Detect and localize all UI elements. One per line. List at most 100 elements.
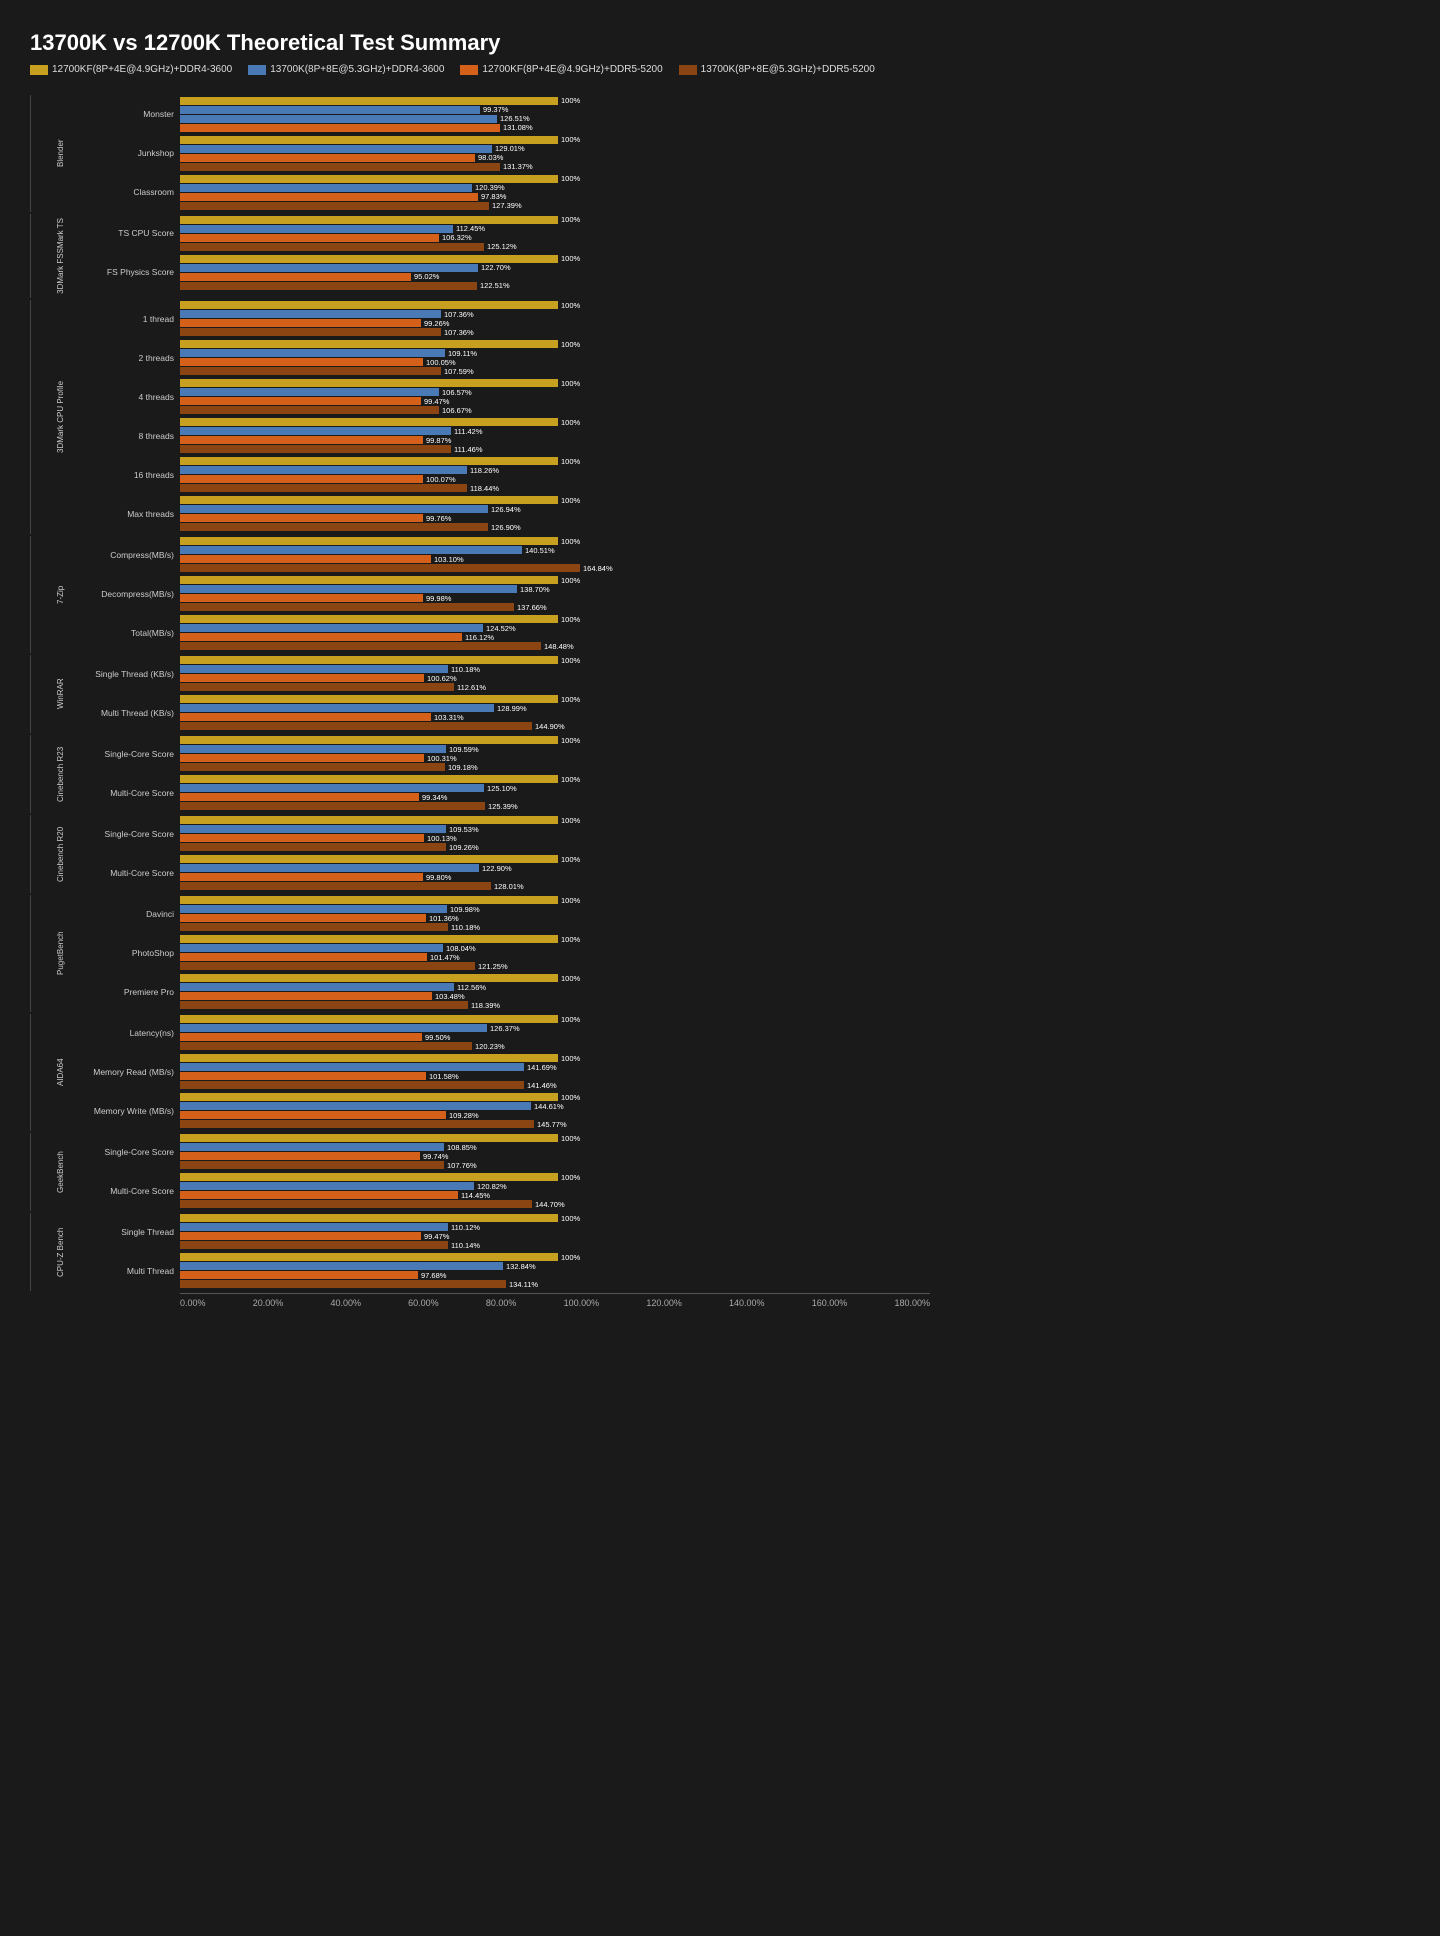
bar-value-label: 112.61% bbox=[457, 683, 486, 692]
section-rows-4: Single Thread (KB/s)100%110.18%100.62%11… bbox=[90, 655, 930, 733]
bar-value-label: 112.56% bbox=[457, 983, 486, 992]
bar-line: 101.36% bbox=[180, 914, 930, 922]
bar-line: 131.37% bbox=[180, 163, 930, 171]
section-label-8: AIDA64 bbox=[30, 1014, 90, 1131]
section-rows-6: Single-Core Score100%109.53%100.13%109.2… bbox=[90, 815, 930, 893]
bar-row: Single-Core Score100%109.53%100.13%109.2… bbox=[90, 815, 930, 853]
bar-value-label: 110.18% bbox=[451, 665, 480, 674]
bar-value-label: 126.37% bbox=[490, 1024, 520, 1033]
bar-line: 100% bbox=[180, 736, 930, 744]
bar-fill bbox=[180, 445, 451, 453]
bar-fill bbox=[180, 793, 419, 801]
bar-value-label: 100% bbox=[561, 736, 580, 745]
bar-fill bbox=[180, 1072, 426, 1080]
section-label-3: 7-Zip bbox=[30, 536, 90, 653]
bar-line: 100% bbox=[180, 896, 930, 904]
bar-fill bbox=[180, 115, 497, 123]
bar-fill bbox=[180, 802, 485, 810]
bar-value-label: 107.59% bbox=[444, 367, 474, 376]
bar-line: 128.01% bbox=[180, 882, 930, 890]
bar-fill bbox=[180, 514, 423, 522]
bar-line: 141.46% bbox=[180, 1081, 930, 1089]
bar-fill bbox=[180, 1182, 474, 1190]
bar-value-label: 141.46% bbox=[527, 1081, 557, 1090]
bar-line: 99.74% bbox=[180, 1152, 930, 1160]
bars-container: 100%106.57%99.47%106.67% bbox=[180, 379, 930, 414]
section-rows-8: Latency(ns)100%126.37%99.50%120.23%Memor… bbox=[90, 1014, 930, 1131]
bars-container: 100%107.36%99.26%107.36% bbox=[180, 301, 930, 336]
bar-fill bbox=[180, 1152, 420, 1160]
section-rows-10: Single Thread100%110.12%99.47%110.14%Mul… bbox=[90, 1213, 930, 1291]
bar-line: 99.87% bbox=[180, 436, 930, 444]
bars-container: 100%126.94%99.76%126.90% bbox=[180, 496, 930, 531]
bar-value-label: 128.01% bbox=[494, 882, 524, 891]
bar-line: 99.47% bbox=[180, 397, 930, 405]
bar-row: Classroom100%120.39%97.83%127.39% bbox=[90, 173, 930, 211]
row-label: Total(MB/s) bbox=[90, 628, 180, 638]
bar-line: 100% bbox=[180, 496, 930, 504]
bar-line: 100% bbox=[180, 855, 930, 863]
bar-fill bbox=[180, 992, 432, 1000]
bar-fill bbox=[180, 537, 558, 545]
bar-line: 126.90% bbox=[180, 523, 930, 531]
bar-value-label: 109.98% bbox=[450, 905, 480, 914]
section-label-1: 3DMark FSSMark TS bbox=[30, 214, 90, 298]
x-axis-label: 160.00% bbox=[812, 1298, 848, 1308]
legend-color bbox=[30, 65, 48, 75]
legend-color bbox=[460, 65, 478, 75]
bar-value-label: 99.26% bbox=[424, 319, 449, 328]
row-label: Memory Write (MB/s) bbox=[90, 1106, 180, 1116]
bar-line: 95.02% bbox=[180, 273, 930, 281]
bar-value-label: 144.90% bbox=[535, 722, 565, 731]
bar-line: 99.37% bbox=[180, 106, 930, 114]
bars-container: 100%132.84%97.68%134.11% bbox=[180, 1253, 930, 1288]
bars-container: 100%112.56%103.48%118.39% bbox=[180, 974, 930, 1009]
bar-fill bbox=[180, 905, 447, 913]
bar-line: 100.07% bbox=[180, 475, 930, 483]
bar-fill bbox=[180, 484, 467, 492]
bars-container: 100%122.90%99.80%128.01% bbox=[180, 855, 930, 890]
bar-fill bbox=[180, 944, 443, 952]
section-rows-9: Single-Core Score100%108.85%99.74%107.76… bbox=[90, 1133, 930, 1211]
bar-value-label: 99.87% bbox=[426, 436, 451, 445]
bar-fill bbox=[180, 656, 558, 664]
row-label: Max threads bbox=[90, 509, 180, 519]
bar-line: 100% bbox=[180, 974, 930, 982]
bar-fill bbox=[180, 457, 558, 465]
bar-fill bbox=[180, 1120, 534, 1128]
bar-fill bbox=[180, 124, 500, 132]
bar-line: 126.94% bbox=[180, 505, 930, 513]
bar-value-label: 100% bbox=[561, 418, 580, 427]
bar-fill bbox=[180, 523, 488, 531]
row-label: PhotoShop bbox=[90, 948, 180, 958]
bar-fill bbox=[180, 923, 448, 931]
bars-container: 100%109.11%100.05%107.59% bbox=[180, 340, 930, 375]
bars-container: 100%108.04%101.47%121.25% bbox=[180, 935, 930, 970]
bar-value-label: 137.66% bbox=[517, 603, 547, 612]
legend-label: 12700KF(8P+4E@4.9GHz)+DDR4-3600 bbox=[52, 64, 232, 75]
bar-line: 106.57% bbox=[180, 388, 930, 396]
bar-line: 100% bbox=[180, 1173, 930, 1181]
bar-value-label: 106.67% bbox=[442, 406, 472, 415]
bars-container: 100%111.42%99.87%111.46% bbox=[180, 418, 930, 453]
bar-line: 118.39% bbox=[180, 1001, 930, 1009]
bar-fill bbox=[180, 234, 439, 242]
bar-fill bbox=[180, 683, 454, 691]
bar-value-label: 100% bbox=[561, 254, 580, 263]
bars-container: 100%144.61%109.28%145.77% bbox=[180, 1093, 930, 1128]
bar-fill bbox=[180, 136, 558, 144]
section-2: 3DMark CPU Profile1 thread100%107.36%99.… bbox=[30, 300, 930, 534]
bar-line: 116.12% bbox=[180, 633, 930, 641]
bar-fill bbox=[180, 585, 517, 593]
bar-value-label: 129.01% bbox=[495, 144, 525, 153]
bar-fill bbox=[180, 745, 446, 753]
x-axis-label: 80.00% bbox=[486, 1298, 517, 1308]
row-label: Monster bbox=[90, 109, 180, 119]
bar-value-label: 145.77% bbox=[537, 1120, 567, 1129]
row-label: 4 threads bbox=[90, 392, 180, 402]
bar-fill bbox=[180, 816, 558, 824]
bar-line: 100% bbox=[180, 656, 930, 664]
bar-value-label: 99.76% bbox=[426, 514, 451, 523]
bar-line: 122.51% bbox=[180, 282, 930, 290]
bars-container: 100%109.53%100.13%109.26% bbox=[180, 816, 930, 851]
